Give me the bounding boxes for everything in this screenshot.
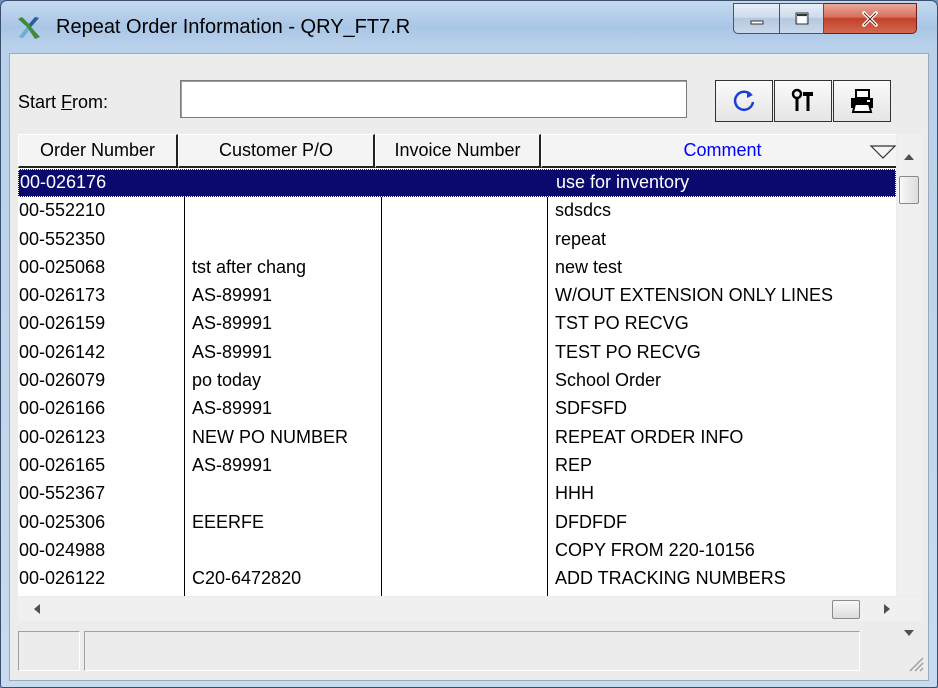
cell-po: tst after chang xyxy=(192,256,307,277)
cell-order: 00-026079 xyxy=(19,370,106,391)
window-title: Repeat Order Information - QRY_FT7.R xyxy=(56,16,411,38)
vertical-scroll-thumb[interactable] xyxy=(899,176,919,204)
cell-comment: SDFSFD xyxy=(555,398,627,419)
cell-po: AS-89991 xyxy=(192,454,273,475)
cell-order: 00-026165 xyxy=(19,454,106,475)
cell-order: 00-026173 xyxy=(19,285,106,306)
cell-order: 00-025068 xyxy=(19,256,106,277)
cell-order: 00-024988 xyxy=(19,539,106,560)
start-from-input[interactable] xyxy=(180,80,687,118)
status-pane xyxy=(84,631,860,671)
tools-icon xyxy=(791,88,813,111)
cell-comment: School Order xyxy=(555,370,662,391)
cell-order: 00-025306 xyxy=(19,511,106,532)
cell-comment: sdsdcs xyxy=(555,200,612,221)
cell-po: AS-89991 xyxy=(192,398,273,419)
cell-comment: TEST PO RECVG xyxy=(555,341,701,362)
table-row[interactable]: 00-024988 COPY FROM 220-10156 xyxy=(18,537,896,565)
cell-order: 00-026142 xyxy=(19,341,106,362)
cell-order: 00-552350 xyxy=(19,228,106,249)
cell-comment: COPY FROM 220-10156 xyxy=(555,539,755,560)
cell-po: NEW PO NUMBER xyxy=(192,426,349,447)
table-row[interactable]: 00-026079 po today School Order xyxy=(18,367,896,395)
status-bar xyxy=(18,628,928,674)
table-row[interactable]: 00-026142 AS-89991 TEST PO RECVG xyxy=(18,339,896,367)
close-button[interactable] xyxy=(824,3,917,34)
table-row[interactable]: 00-026165 AS-89991 REP xyxy=(18,452,896,480)
grid-rows: 00-026176 use for inventory 00-552210 sdsdc… xyxy=(18,169,896,593)
column-header-customer-po[interactable]: Customer P/O xyxy=(178,134,375,168)
orders-grid[interactable]: Order Number Customer P/O Invoice Number… xyxy=(18,134,896,596)
horizontal-scroll-thumb[interactable] xyxy=(832,600,860,619)
minimize-icon xyxy=(750,20,763,24)
start-from-label: Start From: xyxy=(18,92,109,112)
table-row[interactable]: 00-552210 sdsdcs xyxy=(18,197,896,225)
cell-comment: use for inventory xyxy=(556,172,690,192)
caption-buttons xyxy=(733,3,931,35)
maximize-button[interactable] xyxy=(780,3,824,34)
cell-po: EEERFE xyxy=(192,511,265,532)
app-window: Repeat Order Information - QRY_FT7.R Sta… xyxy=(0,0,938,688)
printer-icon xyxy=(851,89,873,113)
cell-order: 00-026123 xyxy=(19,426,106,447)
cell-order: 00-026122 xyxy=(19,568,106,589)
refresh-icon xyxy=(733,90,755,111)
table-row[interactable]: 00-552367 HHH xyxy=(18,480,896,508)
cell-comment: W/OUT EXTENSION ONLY LINES xyxy=(555,285,834,306)
column-header-comment[interactable]: Comment xyxy=(541,134,896,168)
cell-comment: REPEAT ORDER INFO xyxy=(555,426,744,447)
status-pane xyxy=(18,631,80,671)
cell-po: AS-89991 xyxy=(192,285,273,306)
cell-order: 00-026176 xyxy=(20,172,107,192)
table-row[interactable]: 00-026159 AS-89991 TST PO RECVG xyxy=(18,310,896,338)
close-icon xyxy=(862,10,878,27)
cell-comment: ADD TRACKING NUMBERS xyxy=(555,568,786,589)
table-row[interactable]: 00-026173 AS-89991 W/OUT EXTENSION ONLY LI… xyxy=(18,282,896,310)
client-area: Start From: Order Number Customer P/O In… xyxy=(9,53,929,681)
table-row[interactable]: 00-025068 tst after chang new test xyxy=(18,254,896,282)
cell-comment: TST PO RECVG xyxy=(555,313,689,334)
cell-comment: HHH xyxy=(555,483,594,504)
horizontal-scrollbar[interactable] xyxy=(18,597,921,621)
cell-comment: new test xyxy=(555,256,623,277)
cell-po: po today xyxy=(192,370,262,391)
cell-po: AS-89991 xyxy=(192,313,273,334)
vertical-scrollbar[interactable] xyxy=(897,134,921,636)
title-bar[interactable]: Repeat Order Information - QRY_FT7.R xyxy=(1,1,937,53)
scroll-right-icon[interactable] xyxy=(884,604,890,614)
resize-grip-icon[interactable] xyxy=(906,654,924,672)
table-row[interactable]: 00-026122 C20-6472820 ADD TRACKING NUMBERS xyxy=(18,565,896,593)
table-row[interactable]: 00-025306 EEERFE DFDFDF xyxy=(18,509,896,537)
table-row[interactable]: 00-552350 repeat xyxy=(18,226,896,254)
refresh-button[interactable] xyxy=(715,80,773,122)
scroll-left-icon[interactable] xyxy=(34,604,40,614)
minimize-button[interactable] xyxy=(733,3,780,34)
table-row[interactable]: 00-026166 AS-89991 SDFSFD xyxy=(18,395,896,423)
cell-order: 00-552210 xyxy=(19,200,106,221)
column-header-invoice-number[interactable]: Invoice Number xyxy=(375,134,541,168)
cell-order: 00-026159 xyxy=(19,313,106,334)
cell-po: AS-89991 xyxy=(192,341,273,362)
cell-comment: REP xyxy=(555,454,593,475)
column-header-order-number[interactable]: Order Number xyxy=(18,134,178,168)
sort-descending-icon xyxy=(869,145,896,159)
cell-comment: DFDFDF xyxy=(555,511,627,532)
table-row[interactable]: 00-026176 use for inventory xyxy=(18,169,896,198)
app-icon xyxy=(18,17,40,39)
table-row[interactable]: 00-026123 NEW PO NUMBER REPEAT ORDER INFO xyxy=(18,424,896,452)
cell-order: 00-552367 xyxy=(19,483,106,504)
tools-button[interactable] xyxy=(774,80,832,122)
print-button[interactable] xyxy=(833,80,891,122)
cell-comment: repeat xyxy=(555,228,607,249)
cell-po: C20-6472820 xyxy=(192,568,302,589)
maximize-icon xyxy=(795,12,808,24)
scroll-up-icon[interactable] xyxy=(904,154,914,160)
cell-order: 00-026166 xyxy=(19,398,106,419)
